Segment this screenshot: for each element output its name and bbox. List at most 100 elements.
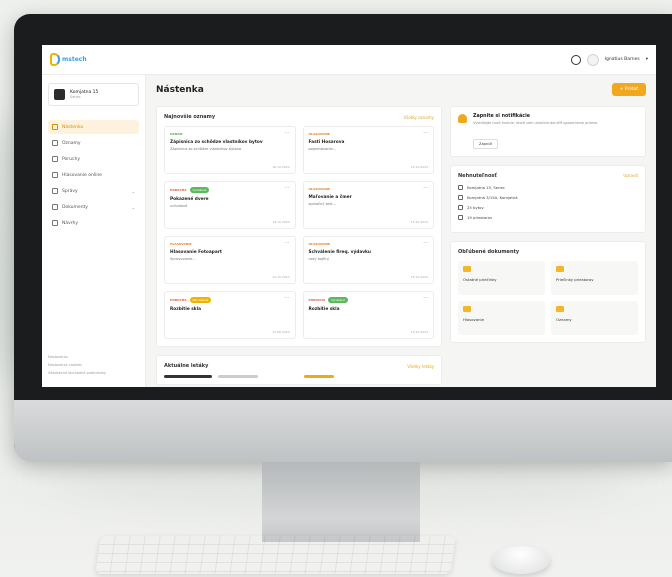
notice-card[interactable]: HLASOVANIE ··· Maľovanie a čmer spoločný te… bbox=[302, 181, 434, 229]
favorite-folder[interactable]: Ostatné priečinky bbox=[458, 260, 545, 295]
monitor-stand bbox=[262, 462, 420, 542]
more-options-icon[interactable]: ··· bbox=[285, 295, 290, 301]
sidebar-item-2[interactable]: Poruchy bbox=[48, 152, 139, 166]
all-news-link[interactable]: Všetky letáky bbox=[407, 364, 434, 369]
category-badge: HLASOVANIE bbox=[170, 242, 192, 246]
card-date: 15.10.2024 bbox=[410, 275, 428, 279]
more-options-icon[interactable]: ··· bbox=[423, 130, 428, 136]
card-title: Zápisnica zo schôdze vlastníkov bytov bbox=[170, 140, 263, 145]
search-icon[interactable] bbox=[570, 54, 581, 65]
notice-card[interactable]: PORUCHA Nie riešené ··· Rozbitie skla 12.06.… bbox=[164, 291, 296, 339]
sidebar-item-4[interactable]: Správy ⌄ bbox=[48, 184, 139, 198]
card-title: Rozbitie skla bbox=[308, 307, 340, 312]
app-logo[interactable]: mstech bbox=[50, 53, 87, 66]
monitor-chin bbox=[14, 400, 672, 462]
sidebar: Komjatna 15 Senec Nástenka Oznamy Poruchy H… bbox=[42, 75, 146, 387]
chevron-down-icon[interactable]: ⌄ bbox=[132, 189, 135, 194]
more-options-icon[interactable]: ··· bbox=[285, 240, 290, 246]
notice-card[interactable]: HLASOVANIE ··· Fasti Hosarova pojednávanie.… bbox=[302, 126, 434, 174]
card-date: 12.06.2020 bbox=[272, 330, 290, 334]
card-title: Hlasovanie Fotoapart bbox=[170, 250, 222, 255]
sidebar-item-6[interactable]: Návrhy bbox=[48, 216, 139, 230]
property-info-text: Komjatná 3/15A, Komjatná bbox=[467, 194, 518, 200]
news-thumb[interactable] bbox=[164, 375, 212, 378]
company-location: Senec bbox=[70, 95, 81, 99]
more-options-icon[interactable]: ··· bbox=[423, 240, 428, 246]
category-badge: HLASOVANIE bbox=[308, 132, 331, 136]
sidebar-item-label: Oznamy bbox=[62, 140, 81, 146]
folder-label: Oznamy bbox=[556, 316, 572, 322]
property-info-row: 19 priestorov bbox=[458, 214, 638, 220]
card-description: vchodové bbox=[170, 204, 188, 208]
category-badge: PORUCHA bbox=[308, 298, 326, 302]
sidebar-footer-links: Nastavenia Nastavenie cookies Všeobecné ob… bbox=[48, 355, 106, 379]
avatar[interactable] bbox=[586, 53, 599, 66]
news-thumb[interactable] bbox=[218, 375, 258, 378]
sidebar-item-0[interactable]: Nástenka bbox=[48, 120, 139, 134]
megaphone-icon bbox=[52, 140, 58, 146]
more-options-icon[interactable]: ··· bbox=[285, 130, 290, 136]
folder-icon bbox=[463, 305, 471, 312]
sidebar-item-label: Návrhy bbox=[62, 220, 79, 226]
favorite-folder[interactable]: Hlasovanie bbox=[458, 300, 545, 335]
notice-card[interactable]: HLASOVANIE ··· Hlasovanie Fotoapart Spravov… bbox=[164, 236, 296, 284]
category-badge: HLASOVANIE bbox=[308, 242, 331, 246]
notice-card[interactable]: OZNAM ··· Zápisnica zo schôdze vlastníkov … bbox=[164, 126, 296, 174]
property-info-row: Komjatna 15, Senec bbox=[458, 184, 638, 190]
building-icon bbox=[54, 89, 65, 100]
card-title: Schválenie fireq. výdavku bbox=[308, 250, 371, 255]
footer-link[interactable]: Nastavenia bbox=[48, 355, 106, 359]
folder-label: Hlasovanie bbox=[463, 316, 484, 322]
property-info-row: 25 bytov bbox=[458, 204, 638, 210]
main-content: Nástenka + Pridať Najnovšie oznamy Všetk… bbox=[146, 75, 656, 387]
all-notices-link[interactable]: Všetky oznamy bbox=[404, 115, 434, 120]
chevron-down-icon[interactable]: ⌄ bbox=[132, 205, 135, 210]
add-button[interactable]: + Pridať bbox=[611, 83, 646, 96]
edit-property-link[interactable]: Upraviť bbox=[623, 173, 638, 178]
status-badge: Nie riešené bbox=[189, 297, 212, 303]
card-tags: HLASOVANIE bbox=[309, 187, 429, 191]
sidebar-item-5[interactable]: Dokumenty ⌄ bbox=[48, 200, 139, 214]
card-tags: HLASOVANIE bbox=[170, 242, 290, 246]
card-tags: PORUCHA Nie riešené bbox=[170, 297, 290, 303]
news-thumb[interactable] bbox=[304, 375, 334, 378]
enable-notifications-button[interactable]: Zapnúť bbox=[473, 138, 498, 149]
panel-title: Nehnuteľnosť bbox=[458, 172, 497, 179]
chevron-down-icon[interactable]: ▾ bbox=[646, 57, 648, 62]
bell-icon bbox=[458, 114, 467, 123]
company-selector[interactable]: Komjatna 15 Senec bbox=[48, 83, 139, 106]
user-name[interactable]: Ignatius Barnes bbox=[605, 57, 640, 62]
sidebar-item-label: Nástenka bbox=[62, 124, 84, 130]
sidebar-item-3[interactable]: Hlasovanie online bbox=[48, 168, 139, 182]
more-options-icon[interactable]: ··· bbox=[285, 185, 290, 191]
footer-link[interactable]: Všeobecné obchodné podmienky bbox=[48, 371, 106, 375]
building-icon bbox=[458, 184, 463, 190]
footer-link[interactable]: Nastavenie cookies bbox=[48, 363, 106, 367]
more-options-icon[interactable]: ··· bbox=[423, 185, 428, 191]
vote-icon bbox=[52, 172, 58, 178]
category-badge: OZNAM bbox=[170, 132, 183, 136]
page-title: Nástenka bbox=[156, 84, 204, 95]
more-options-icon[interactable]: ··· bbox=[423, 295, 428, 301]
favorite-folder[interactable]: Oznamy bbox=[551, 300, 638, 335]
sidebar-item-label: Poruchy bbox=[62, 156, 80, 162]
status-badge: Vyriešené bbox=[328, 297, 348, 303]
card-tags: OZNAM bbox=[170, 132, 290, 136]
property-info-text: Komjatna 15, Senec bbox=[467, 184, 505, 190]
panel-title: Aktuálne letáky bbox=[164, 363, 209, 369]
panel-title: Obľúbené dokumenty bbox=[458, 248, 520, 255]
sidebar-nav: Nástenka Oznamy Poruchy Hlasovanie online Sp… bbox=[48, 120, 139, 230]
card-title: Rozbitie skla bbox=[170, 307, 202, 312]
sidebar-item-1[interactable]: Oznamy bbox=[48, 136, 139, 150]
status-badge: Vyriešené bbox=[189, 187, 210, 193]
favorite-folder[interactable]: Priečinky priestorov bbox=[551, 260, 638, 295]
notice-card[interactable]: PORUCHA Vyriešené ··· Pokazené dvere vchodov… bbox=[164, 181, 296, 229]
notice-card[interactable]: HLASOVANIE ··· Schválenie fireq. výdavku ro… bbox=[302, 236, 434, 284]
notice-card[interactable]: PORUCHA Vyriešené ··· Rozbitie skla 15.10.20… bbox=[302, 291, 434, 339]
card-tags: HLASOVANIE bbox=[309, 242, 429, 246]
screen: mstech Ignatius Barnes ▾ Komjatna 15 Sen… bbox=[42, 45, 656, 387]
keyboard bbox=[95, 536, 456, 574]
category-badge: PORUCHA bbox=[170, 298, 187, 302]
calendar-icon bbox=[458, 214, 463, 220]
property-info-text: 25 bytov bbox=[467, 204, 484, 210]
